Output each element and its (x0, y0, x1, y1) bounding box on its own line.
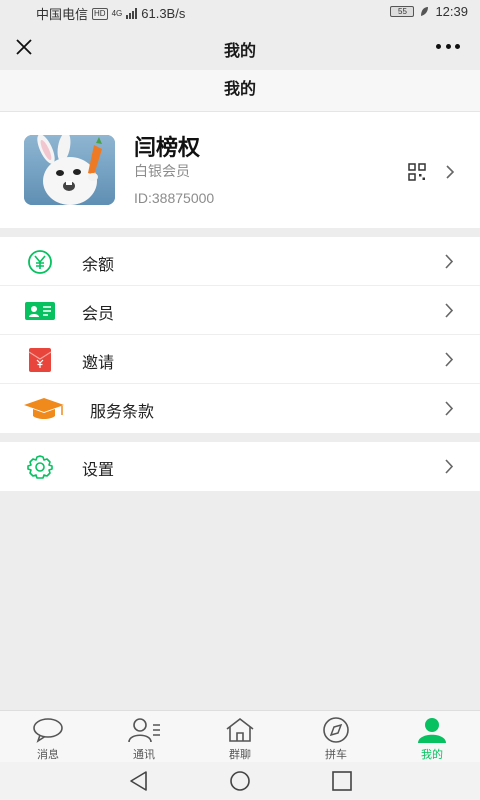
chevron-right-icon (445, 401, 454, 416)
member-card-icon (25, 302, 55, 320)
back-icon[interactable] (127, 770, 151, 792)
system-navigation-bar (0, 762, 480, 800)
chevron-right-icon[interactable] (444, 164, 456, 180)
hd-badge: HD (92, 7, 108, 20)
compass-icon (323, 717, 349, 743)
carrier-label: 中国电信 (36, 7, 89, 22)
qr-code-icon[interactable] (408, 163, 426, 181)
chat-bubble-icon (33, 718, 63, 743)
more-icon[interactable] (436, 44, 460, 50)
menu-item-balance[interactable]: 余额 (0, 237, 480, 286)
tab-label-messages: 消息 (37, 749, 59, 761)
menu-group-settings: 设置 (0, 442, 480, 491)
clock: 12:39 (435, 4, 468, 19)
tab-label-group-chat: 群聊 (229, 749, 251, 761)
profile-card[interactable]: 闫榜权 白银会员 ID:38875000 (0, 112, 480, 228)
chevron-right-icon (445, 254, 454, 269)
person-icon (418, 718, 446, 743)
tab-carpool[interactable]: 拼车 (288, 711, 384, 762)
menu-label-invite: 邀请 (82, 355, 115, 372)
network-speed: 61.3B/s (141, 6, 186, 21)
title-bar: 我的 (0, 24, 480, 70)
menu-item-terms[interactable]: 服务条款 (0, 384, 480, 433)
status-bar: 中国电信 HD 4G 61.3B/s 55 12:39 (0, 0, 480, 24)
page-title: 我的 (0, 70, 480, 112)
menu-label-balance: 余额 (82, 257, 115, 274)
tab-group-chat[interactable]: 群聊 (192, 711, 288, 762)
window-title: 我的 (223, 43, 256, 60)
contacts-icon (128, 718, 160, 743)
network-label: 4G (111, 9, 123, 18)
gear-icon (27, 455, 53, 479)
red-envelope-icon (28, 348, 52, 372)
status-left: 中国电信 HD 4G 61.3B/s (36, 4, 185, 23)
signal-icon (126, 8, 138, 19)
menu-item-settings[interactable]: 设置 (0, 442, 480, 491)
tab-label-carpool: 拼车 (325, 749, 347, 761)
menu-label-terms: 服务条款 (90, 404, 155, 421)
profile-name: 闫榜权 (134, 135, 201, 160)
tab-contacts[interactable]: 通讯 (96, 711, 192, 762)
leaf-icon (421, 7, 429, 16)
tab-label-me: 我的 (421, 749, 443, 761)
graduation-cap-icon (24, 398, 64, 419)
tab-me[interactable]: 我的 (384, 711, 480, 762)
avatar[interactable] (24, 135, 115, 205)
chevron-right-icon (445, 352, 454, 367)
menu-group-main: 余额 会员 邀请 服务条款 (0, 237, 480, 433)
user-id: ID:38875000 (134, 190, 215, 206)
chevron-right-icon (445, 303, 454, 318)
menu-label-settings: 设置 (82, 462, 115, 479)
bottom-tab-bar: 消息 通讯 群聊 拼车 我的 (0, 710, 480, 762)
tab-label-contacts: 通讯 (133, 749, 155, 761)
home-icon (226, 717, 254, 742)
chevron-right-icon (445, 459, 454, 474)
menu-item-membership[interactable]: 会员 (0, 286, 480, 335)
status-right: 55 12:39 (390, 4, 468, 19)
menu-label-membership: 会员 (82, 306, 115, 323)
yen-circle-icon (28, 250, 52, 274)
battery-icon: 55 (390, 6, 415, 17)
recent-apps-icon[interactable] (330, 770, 354, 792)
bunny-avatar-image (24, 135, 115, 205)
home-button-icon[interactable] (228, 770, 252, 792)
membership-level: 白银会员 (134, 163, 190, 179)
menu-item-invite[interactable]: 邀请 (0, 335, 480, 384)
tab-messages[interactable]: 消息 (0, 711, 96, 762)
